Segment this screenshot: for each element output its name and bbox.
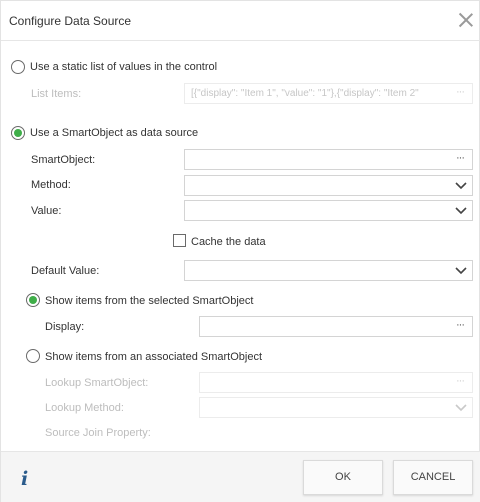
lookup-smartobject-field: ··· xyxy=(199,372,473,393)
info-icon[interactable]: i xyxy=(21,468,28,490)
list-items-label: List Items: xyxy=(31,88,82,100)
associated-smartobject-label: Show items from an associated SmartObjec… xyxy=(45,351,263,363)
ok-button[interactable]: OK xyxy=(303,460,383,495)
associated-smartobject-radio[interactable] xyxy=(26,349,40,363)
value-dropdown[interactable] xyxy=(184,200,473,221)
chevron-down-icon[interactable] xyxy=(455,180,467,190)
selected-smartobject-label: Show items from the selected SmartObject xyxy=(45,295,254,307)
source-join-property-label: Source Join Property: xyxy=(45,427,151,439)
dialog-title: Configure Data Source xyxy=(9,14,132,28)
static-list-label: Use a static list of values in the contr… xyxy=(30,61,218,73)
list-items-field: [{"display": "Item 1", "value": "1"},{"d… xyxy=(184,83,473,104)
smartobject-source-label: Use a SmartObject as data source xyxy=(30,127,199,139)
smartobject-source-radio[interactable] xyxy=(11,126,25,140)
method-dropdown[interactable] xyxy=(184,175,473,196)
value-label: Value: xyxy=(31,205,62,217)
lookup-method-label: Lookup Method: xyxy=(45,402,124,414)
configure-data-source-dialog: Configure Data Source Use a static list … xyxy=(0,0,480,502)
close-icon[interactable] xyxy=(457,11,475,29)
static-list-radio[interactable] xyxy=(11,60,25,74)
lookup-smartobject-ellipsis-icon: ··· xyxy=(456,375,465,387)
chevron-down-icon[interactable] xyxy=(455,265,467,275)
smartobject-picker-field[interactable]: ··· xyxy=(184,149,473,170)
cache-data-label: Cache the data xyxy=(191,236,266,248)
smartobject-label: SmartObject: xyxy=(31,154,96,166)
method-label: Method: xyxy=(31,179,71,191)
display-ellipsis-icon[interactable]: ··· xyxy=(453,320,467,332)
display-label: Display: xyxy=(45,321,85,333)
chevron-down-icon xyxy=(455,402,467,412)
display-picker-field[interactable]: ··· xyxy=(199,316,473,337)
list-items-value: [{"display": "Item 1", "value": "1"},{"d… xyxy=(191,88,419,99)
default-value-label: Default Value: xyxy=(31,265,100,277)
dialog-header: Configure Data Source xyxy=(1,1,480,41)
smartobject-ellipsis-icon[interactable]: ··· xyxy=(453,153,467,165)
selected-smartobject-radio[interactable] xyxy=(26,293,40,307)
default-value-dropdown[interactable] xyxy=(184,260,473,281)
cache-data-checkbox[interactable] xyxy=(173,234,186,247)
chevron-down-icon[interactable] xyxy=(455,205,467,215)
lookup-smartobject-label: Lookup SmartObject: xyxy=(45,377,149,389)
list-items-ellipsis-icon: ··· xyxy=(456,86,465,98)
lookup-method-dropdown xyxy=(199,397,473,418)
cancel-button[interactable]: CANCEL xyxy=(393,460,473,495)
